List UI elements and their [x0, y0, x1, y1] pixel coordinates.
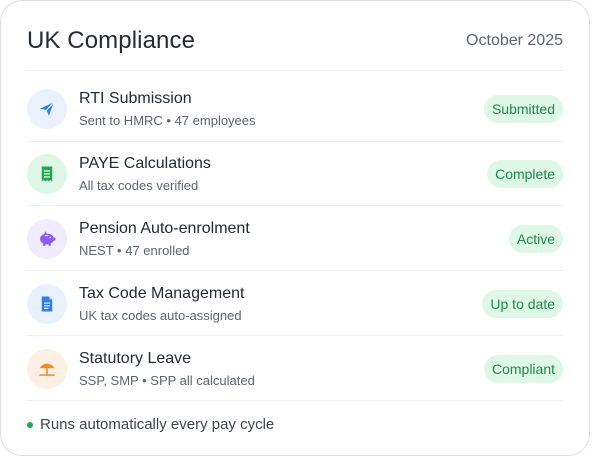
item-title: Pension Auto-enrolment	[79, 219, 250, 237]
footer-note: Runs automatically every pay cycle	[27, 416, 274, 433]
piggy-bank-icon	[27, 218, 67, 259]
status-dot-icon	[27, 421, 33, 428]
divider	[27, 400, 563, 401]
item-title: Tax Code Management	[79, 284, 245, 302]
period-date: October 2025	[466, 32, 563, 49]
item-title: RTI Submission	[79, 89, 192, 107]
item-text: Statutory Leave SSP, SMP • SPP all calcu…	[79, 349, 484, 389]
item-title: PAYE Calculations	[79, 154, 211, 172]
status-badge: Submitted	[483, 94, 563, 123]
item-text: PAYE Calculations All tax codes verified	[79, 154, 487, 194]
compliance-item-pension[interactable]: Pension Auto-enrolment NEST • 47 enrolle…	[27, 206, 563, 271]
status-badge: Active	[508, 224, 563, 253]
compliance-item-paye[interactable]: PAYE Calculations All tax codes verified…	[27, 141, 563, 206]
item-subtitle: NEST • 47 enrolled	[79, 242, 190, 258]
footer-text: Runs automatically every pay cycle	[40, 416, 275, 433]
compliance-item-tax-code[interactable]: Tax Code Management UK tax codes auto-as…	[27, 271, 563, 336]
divider	[27, 70, 563, 71]
item-subtitle: UK tax codes auto-assigned	[79, 307, 242, 323]
item-subtitle: All tax codes verified	[79, 177, 199, 193]
item-title: Statutory Leave	[79, 349, 192, 367]
status-badge: Complete	[487, 159, 563, 188]
item-text: Pension Auto-enrolment NEST • 47 enrolle…	[79, 219, 509, 259]
receipt-icon	[27, 153, 67, 194]
item-text: Tax Code Management UK tax codes auto-as…	[79, 284, 482, 324]
compliance-item-rti[interactable]: RTI Submission Sent to HMRC • 47 employe…	[27, 76, 563, 141]
document-icon	[27, 283, 67, 324]
compliance-item-statutory-leave[interactable]: Statutory Leave SSP, SMP • SPP all calcu…	[27, 336, 563, 401]
item-subtitle: SSP, SMP • SPP all calculated	[79, 372, 255, 388]
beach-umbrella-icon	[27, 348, 67, 389]
item-text: RTI Submission Sent to HMRC • 47 employe…	[79, 89, 484, 129]
item-subtitle: Sent to HMRC • 47 employees	[79, 112, 256, 128]
card-title: UK Compliance	[27, 27, 196, 54]
compliance-card: UK Compliance October 2025 RTI Submissio…	[0, 0, 590, 456]
card-header: UK Compliance October 2025	[27, 23, 563, 59]
paper-plane-icon	[27, 88, 67, 129]
status-badge: Compliant	[483, 354, 563, 383]
status-badge: Up to date	[482, 289, 563, 318]
